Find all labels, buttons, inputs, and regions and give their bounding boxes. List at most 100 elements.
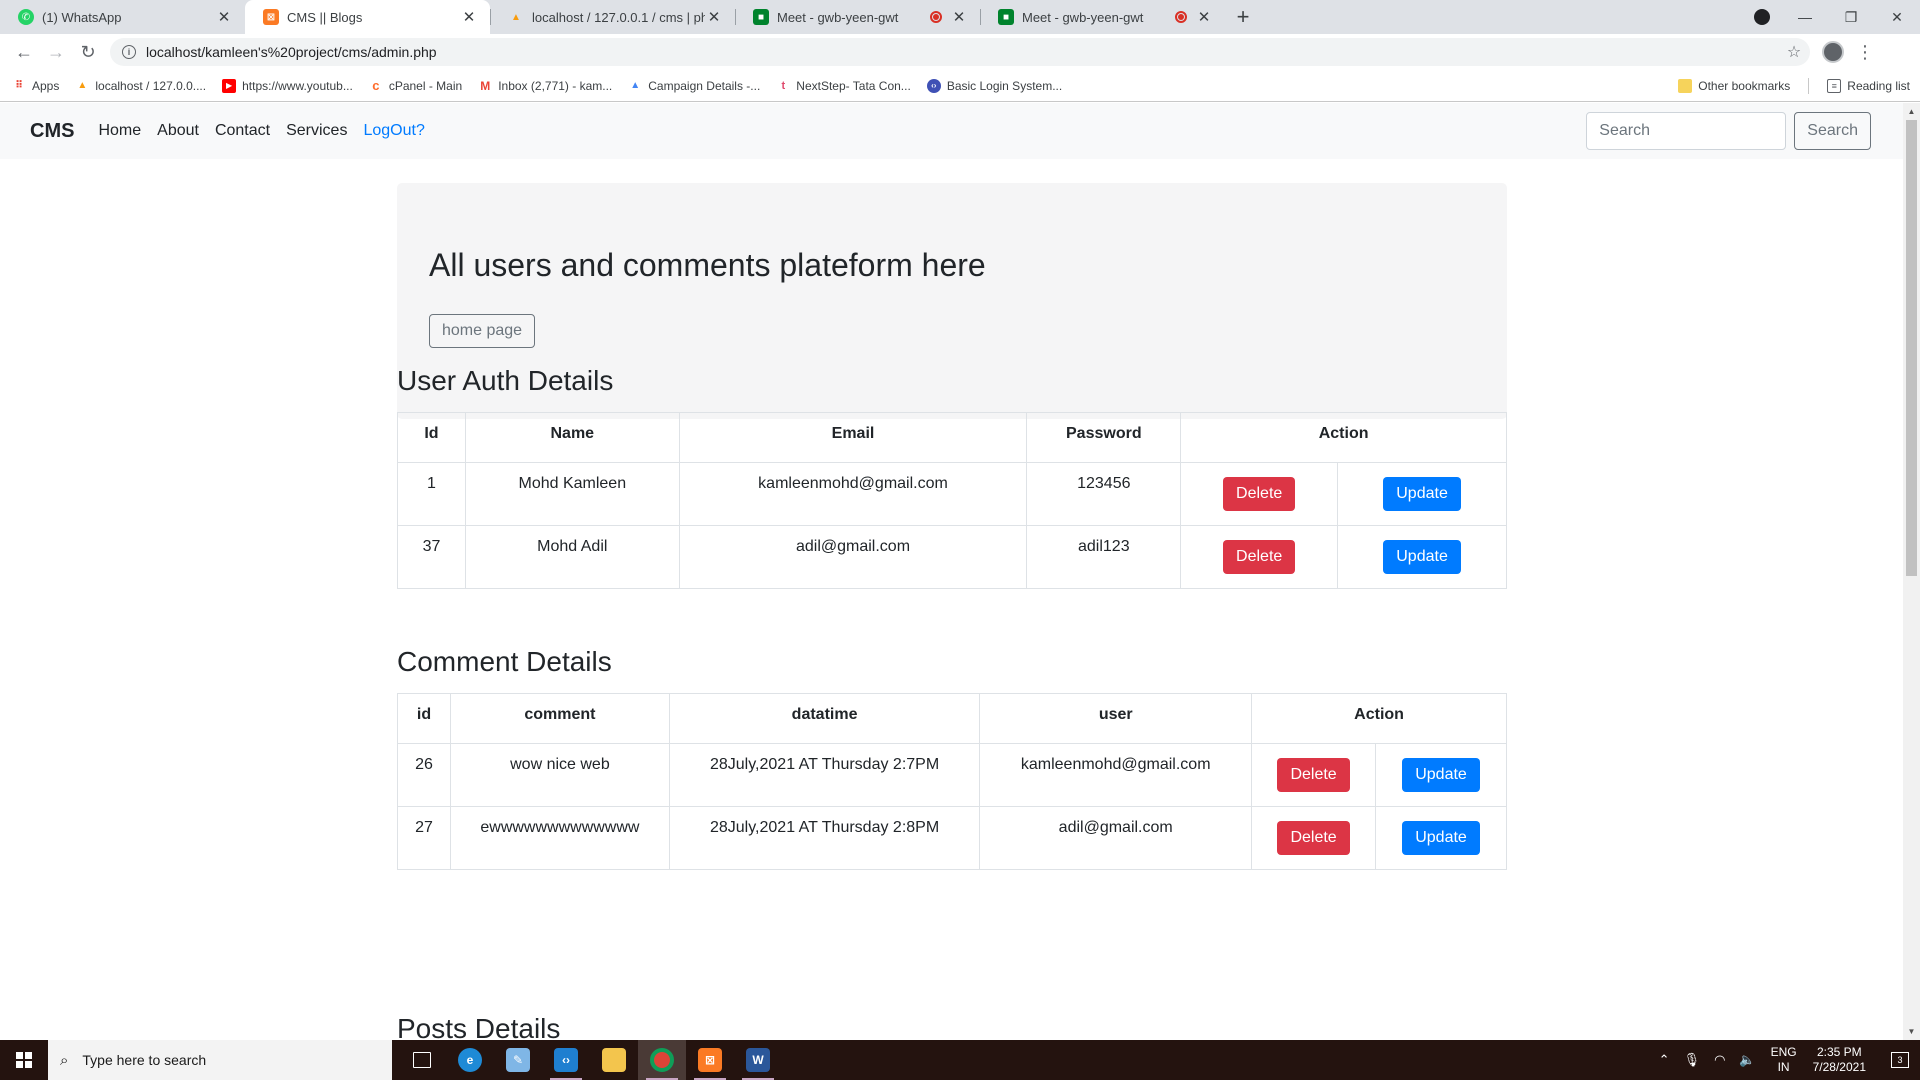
users-section-title: User Auth Details xyxy=(397,365,614,396)
browser-tab[interactable]: ✆ (1) WhatsApp ✕ xyxy=(0,0,245,34)
taskbar-word[interactable]: W xyxy=(734,1040,782,1080)
delete-user-button[interactable]: Delete xyxy=(1223,540,1296,574)
speaker-icon[interactable]: 🔈 xyxy=(1739,1052,1755,1068)
browser-menu-icon[interactable]: ⋮ xyxy=(1856,42,1874,63)
search-button[interactable]: Search xyxy=(1794,112,1871,150)
nav-link-services[interactable]: Services xyxy=(286,122,347,140)
update-comment-button[interactable]: Update xyxy=(1402,758,1480,792)
browser-tab[interactable]: ■ Meet - gwb-yeen-gwt ✕ xyxy=(735,0,980,34)
taskbar-clock[interactable]: 2:35 PM 7/28/2021 xyxy=(1813,1045,1866,1075)
taskbar-file-explorer[interactable] xyxy=(590,1040,638,1080)
user-name: Mohd Adil xyxy=(464,525,680,589)
column-header: Email xyxy=(678,412,1028,463)
delete-comment-button[interactable]: Delete xyxy=(1277,758,1350,792)
scrollbar-thumb[interactable] xyxy=(1906,120,1917,576)
profile-avatar[interactable] xyxy=(1822,41,1844,63)
close-tab-icon[interactable]: ✕ xyxy=(1195,8,1213,26)
browser-tab[interactable]: ■ Meet - gwb-yeen-gwt ✕ xyxy=(980,0,1225,34)
taskbar-chrome[interactable] xyxy=(638,1040,686,1080)
url-text[interactable]: localhost/kamleen's%20project/cms/admin.… xyxy=(146,44,1778,60)
bookmark-item[interactable]: M Inbox (2,771) - kam... xyxy=(478,79,612,93)
google-ads-icon: ▲ xyxy=(630,80,641,91)
table-header-row: id comment datatime user Action xyxy=(397,693,1507,744)
bookmark-star-icon[interactable]: ☆ xyxy=(1778,42,1810,62)
notification-center-icon[interactable]: 3 xyxy=(1880,1040,1920,1080)
recording-icon xyxy=(1175,11,1187,23)
home-page-button[interactable]: home page xyxy=(429,314,536,348)
taskbar-search-box[interactable]: ⌕ Type here to search xyxy=(48,1040,392,1080)
nav-link-contact[interactable]: Contact xyxy=(215,122,270,140)
bookmark-item[interactable]: ▶ https://www.youtub... xyxy=(222,78,353,93)
bookmark-item[interactable]: t NextStep- Tata Con... xyxy=(776,78,911,93)
forward-arrow-icon[interactable]: → xyxy=(40,36,72,68)
bookmark-label: Campaign Details -... xyxy=(648,78,761,93)
google-meet-icon: ■ xyxy=(998,9,1014,25)
xampp-icon: ⊠ xyxy=(698,1048,722,1072)
update-user-button[interactable]: Update xyxy=(1383,477,1461,511)
column-header: Password xyxy=(1026,412,1182,463)
action-cell: Delete xyxy=(1251,743,1377,807)
page-scrollbar[interactable]: ▲ ▼ xyxy=(1903,103,1920,1040)
delete-user-button[interactable]: Delete xyxy=(1223,477,1296,511)
language-indicator[interactable]: ENG IN xyxy=(1771,1045,1797,1075)
users-table: Id Name Email Password Action 1 Mohd Kam… xyxy=(397,412,1507,589)
reload-icon[interactable]: ↻ xyxy=(72,36,104,68)
system-tray: ⌃ 🎙 ◠ 🔈 ENG IN 2:35 PM 7/28/2021 3 xyxy=(1652,1040,1920,1080)
bookmark-item[interactable]: c cPanel - Main xyxy=(369,78,462,93)
windows-taskbar: ⌕ Type here to search e ✎ ‹› ⊠ W ⌃ 🎙 ◠ 🔈… xyxy=(0,1040,1920,1080)
address-bar[interactable]: i localhost/kamleen's%20project/cms/admi… xyxy=(110,38,1810,66)
bookmark-label: NextStep- Tata Con... xyxy=(796,78,911,93)
taskbar-notepad[interactable]: ✎ xyxy=(494,1040,542,1080)
restore-icon[interactable]: ❐ xyxy=(1828,0,1874,34)
action-cell: Delete xyxy=(1251,806,1377,870)
bookmark-item[interactable]: ‹› Basic Login System... xyxy=(926,78,1062,93)
scroll-up-icon[interactable]: ▲ xyxy=(1903,103,1920,120)
bookmark-item[interactable]: ⠿ Apps xyxy=(12,79,59,93)
bookmark-item[interactable]: ▲ Campaign Details -... xyxy=(628,79,760,93)
nav-link-about[interactable]: About xyxy=(157,122,199,140)
scroll-down-icon[interactable]: ▼ xyxy=(1903,1023,1920,1040)
site-info-icon[interactable]: i xyxy=(122,45,136,59)
comments-table: id comment datatime user Action 26 wow n… xyxy=(397,693,1507,870)
close-tab-icon[interactable]: ✕ xyxy=(215,8,233,26)
recording-icon xyxy=(930,11,942,23)
task-view-button[interactable] xyxy=(398,1040,446,1080)
tab-title: CMS || Blogs xyxy=(287,9,363,25)
close-tab-icon[interactable]: ✕ xyxy=(460,8,478,26)
folder-icon xyxy=(1678,79,1693,93)
browser-tab[interactable]: ▲ localhost / 127.0.0.1 / cms | phpMy ✕ xyxy=(490,0,735,34)
microphone-icon[interactable]: 🎙 xyxy=(1684,1052,1701,1068)
profile-indicator-icon[interactable] xyxy=(1742,0,1782,34)
logout-link[interactable]: LogOut? xyxy=(363,122,424,140)
new-tab-button[interactable]: + xyxy=(1225,0,1261,34)
wifi-icon[interactable]: ◠ xyxy=(1714,1052,1725,1068)
browser-tab-active[interactable]: ⊠ CMS || Blogs ✕ xyxy=(245,0,490,34)
bookmark-item[interactable]: ▲ localhost / 127.0.0.... xyxy=(75,79,206,93)
user-email: adil@gmail.com xyxy=(678,525,1028,589)
close-window-icon[interactable]: ✕ xyxy=(1874,0,1920,34)
column-header: datatime xyxy=(668,693,981,744)
edge-icon: e xyxy=(458,1048,482,1072)
nav-link-home[interactable]: Home xyxy=(98,122,141,140)
chevron-up-icon[interactable]: ⌃ xyxy=(1659,1052,1670,1068)
close-tab-icon[interactable]: ✕ xyxy=(950,8,968,26)
taskbar-xampp[interactable]: ⊠ xyxy=(686,1040,734,1080)
clock-time: 2:35 PM xyxy=(1816,1045,1862,1059)
close-tab-icon[interactable]: ✕ xyxy=(705,8,723,26)
site-brand[interactable]: CMS xyxy=(30,120,74,143)
update-comment-button[interactable]: Update xyxy=(1402,821,1480,855)
delete-comment-button[interactable]: Delete xyxy=(1277,821,1350,855)
taskbar-vscode[interactable]: ‹› xyxy=(542,1040,590,1080)
bookmark-label: localhost / 127.0.0.... xyxy=(95,78,207,93)
other-bookmarks-folder[interactable]: Other bookmarks xyxy=(1678,79,1790,93)
table-header-row: Id Name Email Password Action xyxy=(397,412,1507,463)
reading-list-button[interactable]: ≡ Reading list xyxy=(1827,79,1910,93)
back-arrow-icon[interactable]: ← xyxy=(8,36,40,68)
taskbar-edge[interactable]: e xyxy=(446,1040,494,1080)
task-view-icon xyxy=(413,1052,431,1068)
user-id: 37 xyxy=(397,525,466,589)
start-button[interactable] xyxy=(0,1040,48,1080)
update-user-button[interactable]: Update xyxy=(1383,540,1461,574)
search-input[interactable] xyxy=(1586,112,1787,150)
minimize-icon[interactable]: — xyxy=(1782,0,1828,34)
